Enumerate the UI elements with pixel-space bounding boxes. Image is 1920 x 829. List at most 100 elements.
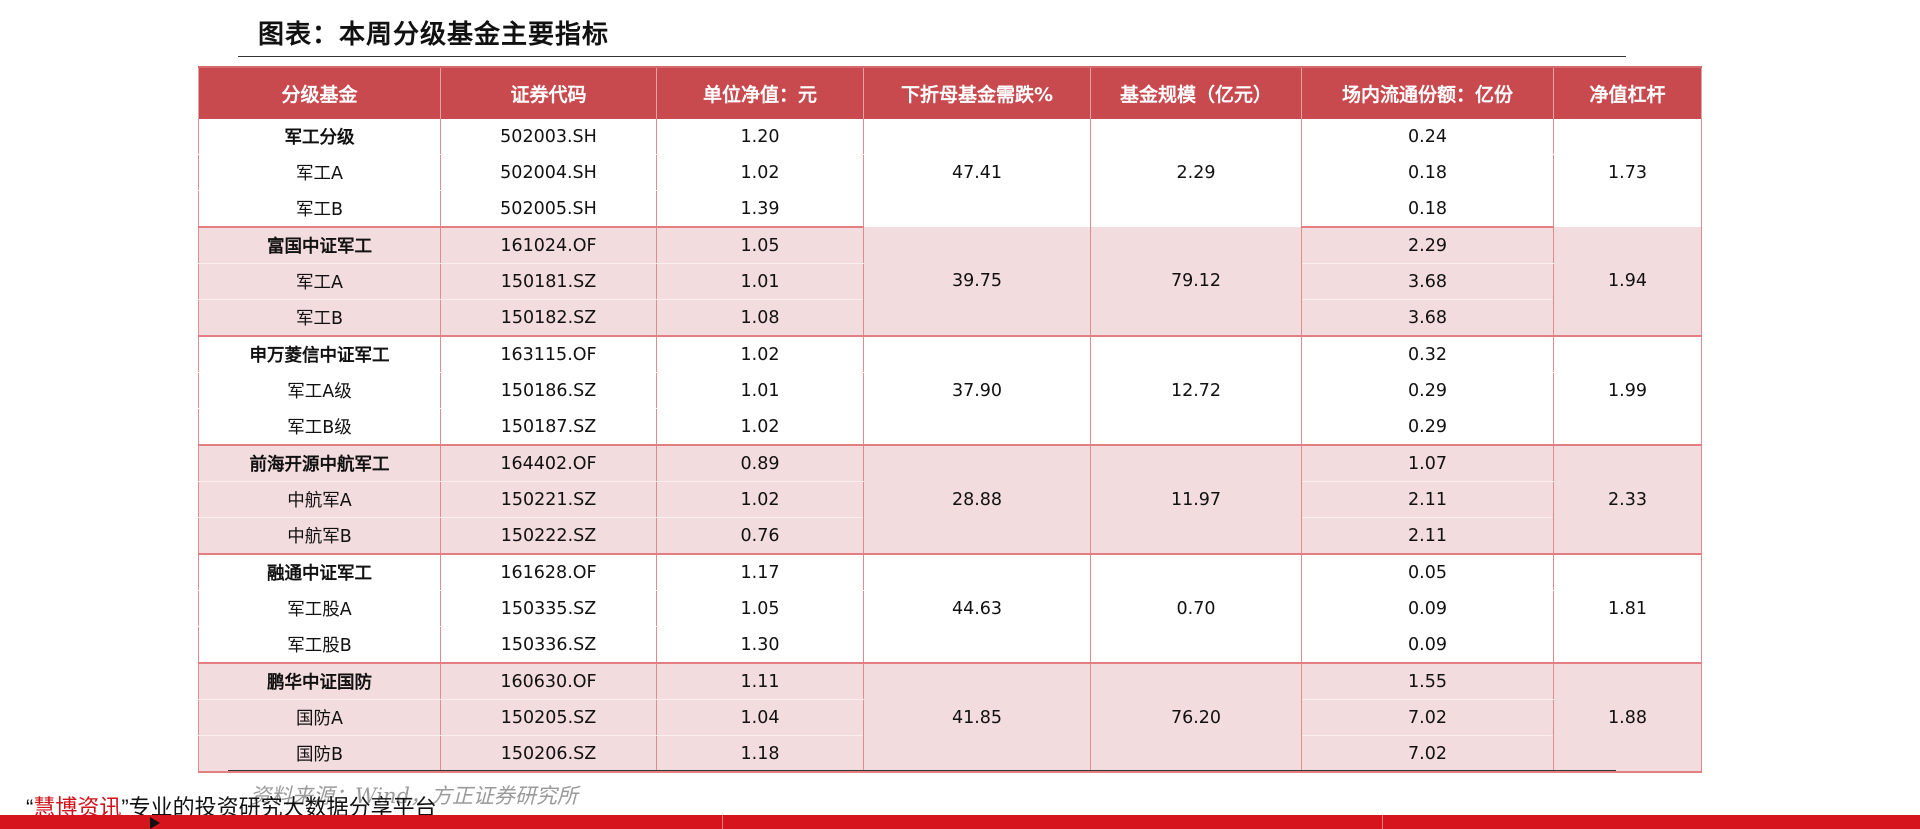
chart-title: 图表：本周分级基金主要指标 [258,20,610,50]
fund-scale-cell: 0.70 [1090,554,1302,664]
float-shares-cell: 7.02 [1301,735,1554,773]
fund-scale-cell: 11.97 [1090,445,1302,555]
float-shares-cell: 2.11 [1301,481,1554,518]
downfold-drop-cell: 39.75 [863,227,1091,337]
nav-cell: 1.17 [656,554,864,591]
column-header: 净值杠杆 [1553,66,1702,119]
table-row: 鹏华中证国防 160630.OF 1.11 41.85 76.20 1.55 1… [198,663,1702,773]
fund-name-cell: 军工股A [198,590,441,627]
fund-name-cell: 军工A级 [198,372,441,409]
security-code-cell: 150222.SZ [440,517,657,555]
security-code-cell: 502003.SH [440,119,657,155]
nav-cell: 1.08 [656,299,864,337]
nav-cell: 1.30 [656,626,864,664]
downfold-drop-cell: 28.88 [863,445,1091,555]
column-header: 证券代码 [440,66,657,119]
column-header: 场内流通份额：亿份 [1301,66,1554,119]
fund-name-cell: 申万菱信中证军工 [198,336,441,373]
security-code-cell: 164402.OF [440,445,657,482]
fund-name-cell: 军工A [198,154,441,191]
nav-leverage-cell: 1.73 [1553,119,1702,227]
security-code-cell: 150181.SZ [440,263,657,300]
float-shares-cell: 0.05 [1301,554,1554,591]
fund-name-cell: 军工B [198,299,441,337]
column-header: 分级基金 [198,66,441,119]
nav-cell: 1.11 [656,663,864,700]
nav-cell: 0.76 [656,517,864,555]
security-code-cell: 150187.SZ [440,408,657,446]
security-code-cell: 161024.OF [440,227,657,264]
security-code-cell: 502004.SH [440,154,657,191]
nav-cell: 0.89 [656,445,864,482]
title-divider [238,56,1626,57]
nav-leverage-cell: 1.88 [1553,663,1702,773]
nav-leverage-cell: 2.33 [1553,445,1702,555]
security-code-cell: 150182.SZ [440,299,657,337]
security-code-cell: 150186.SZ [440,372,657,409]
fund-name-cell: 军工B [198,190,441,228]
downfold-drop-cell: 37.90 [863,336,1091,446]
float-shares-cell: 2.29 [1301,227,1554,264]
float-shares-cell: 3.68 [1301,263,1554,300]
float-shares-cell: 1.55 [1301,663,1554,700]
security-code-cell: 150221.SZ [440,481,657,518]
security-code-cell: 163115.OF [440,336,657,373]
float-shares-cell: 0.09 [1301,590,1554,627]
security-code-cell: 502005.SH [440,190,657,228]
cursor-arrow-icon [150,817,160,829]
nav-cell: 1.02 [656,154,864,191]
security-code-cell: 150206.SZ [440,735,657,773]
table-header-row: 分级基金 证券代码 单位净值：元 下折母基金需跌% 基金规模（亿元） 场内流通份… [198,66,1702,119]
nav-cell: 1.01 [656,372,864,409]
float-shares-cell: 0.09 [1301,626,1554,664]
nav-leverage-cell: 1.81 [1553,554,1702,664]
source-divider [228,770,1616,771]
fund-name-cell: 军工A [198,263,441,300]
column-header: 基金规模（亿元） [1090,66,1302,119]
fund-name-cell: 中航军B [198,517,441,555]
float-shares-cell: 0.32 [1301,336,1554,373]
nav-cell: 1.05 [656,590,864,627]
fund-name-cell: 前海开源中航军工 [198,445,441,482]
fund-scale-cell: 2.29 [1090,119,1302,227]
footer-bar-divider [1382,815,1383,829]
fund-name-cell: 富国中证军工 [198,227,441,264]
footer-bar-divider [722,815,723,829]
security-code-cell: 150205.SZ [440,699,657,736]
nav-leverage-cell: 1.94 [1553,227,1702,337]
fund-name-cell: 国防A [198,699,441,736]
fund-name-cell: 融通中证军工 [198,554,441,591]
table-row: 军工分级 502003.SH 1.20 47.41 2.29 0.24 1.73 [198,119,1702,227]
fund-scale-cell: 12.72 [1090,336,1302,446]
nav-cell: 1.20 [656,119,864,155]
nav-leverage-cell: 1.99 [1553,336,1702,446]
table-row: 富国中证军工 161024.OF 1.05 39.75 79.12 2.29 1… [198,227,1702,337]
downfold-drop-cell: 44.63 [863,554,1091,664]
fund-name-cell: 军工分级 [198,119,441,155]
footer-bar [0,815,1920,829]
column-header: 下折母基金需跌% [863,66,1091,119]
column-header: 单位净值：元 [656,66,864,119]
fund-name-cell: 鹏华中证国防 [198,663,441,700]
float-shares-cell: 1.07 [1301,445,1554,482]
downfold-drop-cell: 41.85 [863,663,1091,773]
nav-cell: 1.01 [656,263,864,300]
nav-cell: 1.04 [656,699,864,736]
downfold-drop-cell: 47.41 [863,119,1091,227]
fund-scale-cell: 76.20 [1090,663,1302,773]
nav-cell: 1.05 [656,227,864,264]
security-code-cell: 150335.SZ [440,590,657,627]
float-shares-cell: 0.18 [1301,154,1554,191]
security-code-cell: 160630.OF [440,663,657,700]
fund-name-cell: 中航军A [198,481,441,518]
float-shares-cell: 0.24 [1301,119,1554,155]
fund-name-cell: 国防B [198,735,441,773]
fund-name-cell: 军工股B [198,626,441,664]
float-shares-cell: 2.11 [1301,517,1554,555]
nav-cell: 1.02 [656,336,864,373]
float-shares-cell: 0.29 [1301,408,1554,446]
table-row: 申万菱信中证军工 163115.OF 1.02 37.90 12.72 0.32… [198,336,1702,446]
float-shares-cell: 7.02 [1301,699,1554,736]
float-shares-cell: 0.18 [1301,190,1554,228]
fund-name-cell: 军工B级 [198,408,441,446]
